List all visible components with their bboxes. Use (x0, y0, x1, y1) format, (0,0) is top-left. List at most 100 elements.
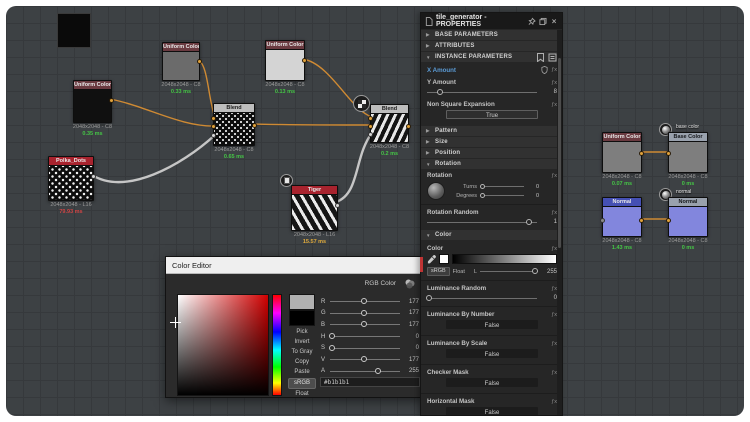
section-base-parameters[interactable]: ▶ BASE PARAMETERS (421, 30, 562, 40)
node-uniform-color-1[interactable]: Uniform Color 2048x2048 - C8 0.35 ms (73, 80, 112, 123)
current-color-swatch[interactable] (289, 294, 315, 310)
luminance-by-number-toggle[interactable]: False (446, 320, 538, 329)
pick-button[interactable]: Pick (284, 327, 320, 337)
input-port[interactable] (368, 124, 373, 129)
param-x-amount[interactable]: X Amount ƒx (427, 64, 557, 76)
view-output-badge[interactable] (353, 95, 370, 112)
pin-icon[interactable] (528, 17, 536, 26)
node-output-normal[interactable]: Normal 2048x2048 - C8 0 ms (668, 197, 708, 237)
color-cursor[interactable] (170, 317, 181, 328)
input-port[interactable] (368, 132, 373, 137)
r-slider[interactable] (330, 301, 400, 302)
luminance-gradient-bar[interactable] (452, 254, 557, 264)
node-blend-2[interactable]: Blend 2048x2048 - C8 0.2 ms (370, 104, 409, 143)
output-port[interactable] (335, 203, 340, 208)
slider-handle[interactable] (437, 89, 443, 95)
slider-handle[interactable] (532, 268, 538, 274)
panel-scrollbar[interactable] (557, 30, 562, 415)
luminance-by-scale-toggle[interactable]: False (446, 349, 538, 358)
float-window-icon[interactable] (539, 17, 547, 26)
b-slider[interactable] (330, 324, 400, 325)
input-port[interactable] (666, 218, 671, 223)
float-toggle[interactable]: Float (284, 389, 320, 399)
rotation-random-slider[interactable]: 1 (427, 218, 557, 226)
y-amount-slider[interactable]: 8 (427, 88, 557, 96)
hex-input[interactable] (320, 377, 420, 387)
param-horizontal-mask: Horizontal Mask ƒx (427, 398, 557, 405)
hue-strip[interactable] (272, 294, 282, 396)
output-port[interactable] (109, 98, 114, 103)
input-port[interactable] (600, 218, 605, 223)
srgb-toggle[interactable]: sRGB (427, 267, 450, 276)
invert-button[interactable]: Invert (284, 337, 320, 347)
output-port[interactable] (302, 58, 307, 63)
slider-handle[interactable] (526, 219, 532, 225)
color-editor-titlebar[interactable]: Color Editor (166, 257, 424, 274)
app-frame: Uniform Color 2048x2048 - C8 0.35 ms Uni… (6, 6, 744, 416)
saturation-value-picker[interactable] (177, 294, 269, 396)
input-port[interactable] (666, 151, 671, 156)
section-pattern[interactable]: ▶ Pattern (421, 126, 562, 136)
turns-slider[interactable] (480, 186, 524, 187)
color-swatch[interactable] (439, 254, 449, 264)
section-position[interactable]: ▶ Position (421, 148, 562, 158)
non-square-expansion-toggle[interactable]: True (446, 110, 538, 119)
luminance-random-slider[interactable]: 0 (427, 294, 557, 302)
float-toggle[interactable]: Float (453, 269, 465, 275)
checker-mask-toggle[interactable]: False (446, 378, 538, 387)
h-slider[interactable] (330, 336, 400, 337)
eyedropper-icon[interactable] (427, 255, 436, 264)
copy-button[interactable]: Copy (284, 357, 320, 367)
section-color[interactable]: ▼ Color (421, 230, 562, 240)
output-port[interactable] (639, 218, 644, 223)
wire-color[interactable] (110, 99, 215, 126)
accent-marker (420, 257, 423, 272)
luminance-slider[interactable] (480, 271, 538, 272)
g-slider[interactable] (330, 313, 400, 314)
scrollbar-thumb[interactable] (558, 58, 561, 248)
section-instance-parameters[interactable]: ▼ INSTANCE PARAMETERS (421, 52, 562, 62)
degrees-slider[interactable] (480, 195, 524, 196)
output-port[interactable] (406, 124, 411, 129)
node-unlabeled-bitmap[interactable] (57, 13, 91, 48)
srgb-toggle[interactable]: sRGB (288, 378, 316, 389)
section-size[interactable]: ▶ Size (421, 137, 562, 147)
input-port[interactable] (211, 133, 216, 138)
s-slider[interactable] (330, 348, 400, 349)
output-port[interactable] (197, 59, 202, 64)
preset-icon[interactable] (548, 53, 557, 62)
section-attributes[interactable]: ▶ ATTRIBUTES (421, 41, 562, 51)
close-icon[interactable]: × (550, 17, 558, 26)
color-mode-label[interactable]: RGB Color (365, 280, 396, 287)
node-tiger[interactable]: Tiger 2048x2048 - L16 15.57 ms (291, 185, 338, 231)
wire-color[interactable] (253, 124, 372, 125)
to-gray-button[interactable]: To Gray (284, 347, 320, 357)
color-mode-icon[interactable] (404, 278, 416, 290)
node-preview (669, 207, 707, 236)
output-port[interactable] (252, 123, 257, 128)
rotation-knob[interactable] (427, 182, 445, 200)
input-port[interactable] (211, 116, 216, 121)
node-uniform-color-2[interactable]: Uniform Color 2048x2048 - C8 0.33 ms (162, 42, 200, 81)
input-port[interactable] (368, 116, 373, 121)
bookmark-icon[interactable] (536, 53, 545, 62)
properties-titlebar[interactable]: tile_generator - PROPERTIES × (421, 13, 562, 29)
node-uniform-color-3[interactable]: Uniform Color 2048x2048 - C8 0.13 ms (265, 40, 305, 81)
node-normal[interactable]: Normal 2048x2048 - C8 1.43 ms (602, 197, 642, 237)
section-rotation[interactable]: ▼ Rotation (421, 159, 562, 169)
input-port[interactable] (211, 124, 216, 129)
param-luminance-by-scale: Luminance By Scale ƒx (427, 340, 557, 347)
a-slider[interactable] (330, 371, 400, 372)
output-port[interactable] (639, 151, 644, 156)
node-uniform-color-4[interactable]: Uniform Color 2048x2048 - C8 0.07 ms (602, 132, 642, 173)
node-polka-dots[interactable]: Polka_Dots 2048x2048 - L16 79.93 ms (48, 156, 94, 201)
v-slider[interactable] (330, 359, 400, 360)
previous-color-swatch[interactable] (289, 310, 315, 326)
paste-button[interactable]: Paste (284, 367, 320, 377)
output-port[interactable] (91, 174, 96, 179)
node-output-basecolor[interactable]: Base Color 2048x2048 - C8 0 ms (668, 132, 708, 173)
chevron-right-icon: ▶ (426, 32, 432, 38)
horizontal-mask-toggle[interactable]: False (446, 407, 538, 416)
slider-handle[interactable] (426, 295, 432, 301)
node-blend-1[interactable]: Blend 2048x2048 - C8 0.65 ms (213, 103, 255, 146)
